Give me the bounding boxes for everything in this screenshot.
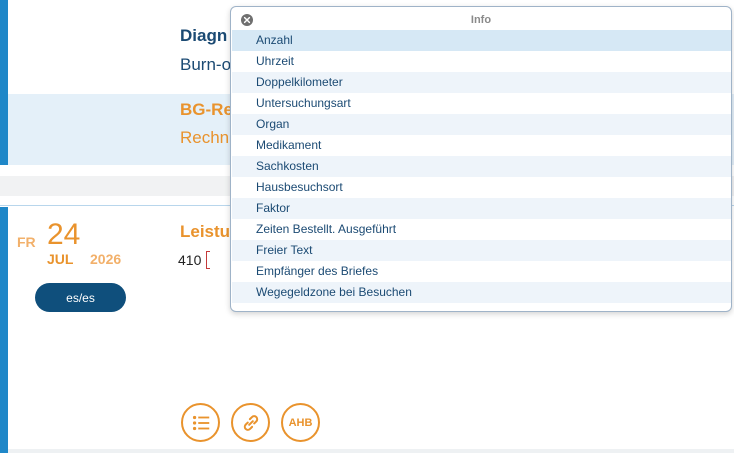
leistung-input[interactable] — [178, 250, 228, 270]
popup-option[interactable]: Doppelkilometer — [232, 72, 731, 93]
bg-title: BG-Re — [180, 100, 233, 119]
list-icon — [192, 415, 209, 430]
popup-option[interactable]: Hausbesuchsort — [232, 177, 731, 198]
list-button[interactable] — [181, 403, 220, 442]
link-icon — [243, 414, 258, 431]
date-weekday: FR — [17, 234, 36, 250]
ahb-label: AHB — [288, 416, 313, 429]
diagnose-title: Diagn — [180, 26, 228, 45]
popup-option[interactable]: Zeiten Bestellt. Ausgeführt — [232, 219, 731, 240]
popup-option[interactable]: Wegegeldzone bei Besuchen — [232, 282, 731, 303]
ahb-button[interactable]: AHB — [281, 403, 320, 442]
bg-value: Rechn — [180, 128, 230, 147]
popup-title: Info — [470, 14, 492, 26]
popup-option[interactable]: Freier Text — [232, 240, 731, 261]
popup-option[interactable]: Medikament — [232, 135, 731, 156]
accent-bar-top — [0, 0, 8, 165]
leistung-title: Leistu — [180, 222, 231, 241]
date-day: 24 — [47, 218, 81, 251]
popup-option[interactable]: Uhrzeit — [232, 51, 731, 72]
user-badge[interactable]: es/es — [35, 283, 126, 312]
popup-option[interactable]: Sachkosten — [232, 156, 731, 177]
popup-option-list: Anzahl Uhrzeit Doppelkilometer Untersuch… — [232, 30, 731, 303]
text-cursor — [206, 251, 210, 269]
accent-bar-bottom — [0, 207, 8, 453]
bottom-border — [8, 449, 734, 453]
popup-option[interactable]: Faktor — [232, 198, 731, 219]
popup-option[interactable]: Organ — [232, 114, 731, 135]
diagnose-value: Burn-o — [180, 55, 232, 74]
info-popup[interactable]: Info Anzahl Uhrzeit Doppelkilometer Unte… — [230, 6, 732, 312]
link-button[interactable] — [231, 403, 270, 442]
date-month: JUL — [47, 251, 74, 267]
date-year: 2026 — [90, 251, 122, 267]
popup-option[interactable]: Untersuchungsart — [232, 93, 731, 114]
popup-option[interactable]: Anzahl — [232, 30, 731, 51]
popup-option[interactable]: Empfänger des Briefes — [232, 261, 731, 282]
